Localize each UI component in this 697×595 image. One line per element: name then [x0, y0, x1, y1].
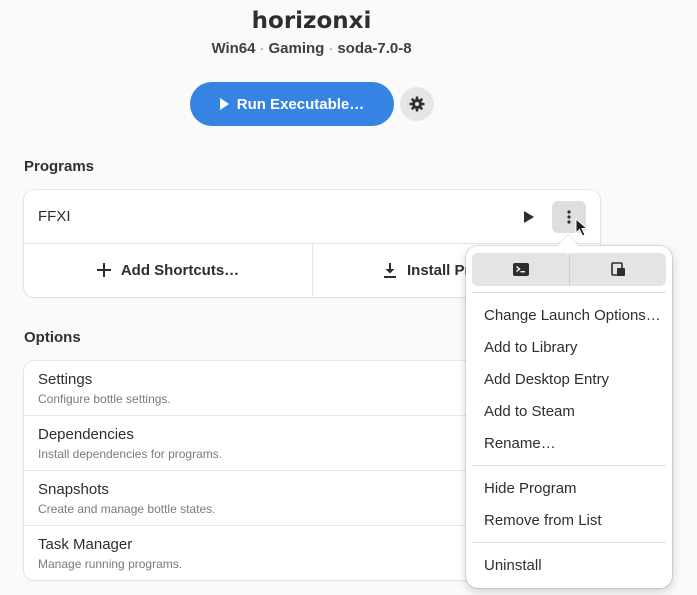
add-shortcuts-label: Add Shortcuts…	[120, 261, 240, 279]
program-name: FFXI	[38, 208, 71, 225]
bottle-settings-button[interactable]	[400, 87, 434, 121]
separator: ·	[328, 40, 334, 57]
menu-hide-program[interactable]: Hide Program	[484, 480, 577, 497]
bottle-title: horizonxi	[251, 8, 372, 34]
menu-remove-from-list[interactable]: Remove from List	[484, 512, 602, 529]
play-icon[interactable]	[524, 211, 534, 223]
menu-separator	[472, 542, 666, 543]
bottle-arch: Win64	[211, 40, 256, 57]
bottle-subtitle: Win64 · Gaming · soda-7.0-8	[0, 40, 623, 57]
menu-uninstall[interactable]: Uninstall	[484, 557, 542, 574]
download-icon	[384, 262, 396, 278]
menu-add-to-steam[interactable]: Add to Steam	[484, 403, 575, 420]
menu-icon-buttons	[472, 253, 666, 286]
separator: ·	[259, 40, 265, 57]
menu-add-desktop-entry[interactable]: Add Desktop Entry	[484, 371, 609, 388]
program-context-menu: Change Launch Options… Add to Library Ad…	[466, 246, 672, 588]
bottle-runner: soda-7.0-8	[337, 40, 412, 57]
more-vertical-icon	[567, 210, 571, 224]
mouse-cursor-icon	[575, 218, 589, 237]
programs-section-label: Programs	[24, 158, 95, 175]
gear-icon	[409, 96, 425, 112]
program-row[interactable]: FFXI	[24, 190, 600, 244]
menu-separator	[472, 292, 666, 293]
run-executable-button[interactable]: Run Executable…	[190, 82, 394, 126]
menu-separator	[472, 465, 666, 466]
browse-files-icon	[610, 262, 625, 276]
options-section-label: Options	[24, 329, 81, 346]
menu-change-launch-options[interactable]: Change Launch Options…	[484, 307, 661, 324]
menu-add-to-library[interactable]: Add to Library	[484, 339, 577, 356]
launch-terminal-button[interactable]	[472, 253, 569, 286]
terminal-icon	[512, 263, 529, 276]
add-shortcuts-button[interactable]: Add Shortcuts…	[24, 244, 312, 296]
browse-files-button[interactable]	[569, 253, 666, 286]
run-executable-label: Run Executable…	[236, 95, 365, 113]
menu-rename[interactable]: Rename…	[484, 435, 556, 452]
bottle-environment: Gaming	[268, 40, 325, 57]
play-icon	[219, 98, 229, 110]
plus-icon	[96, 263, 111, 277]
